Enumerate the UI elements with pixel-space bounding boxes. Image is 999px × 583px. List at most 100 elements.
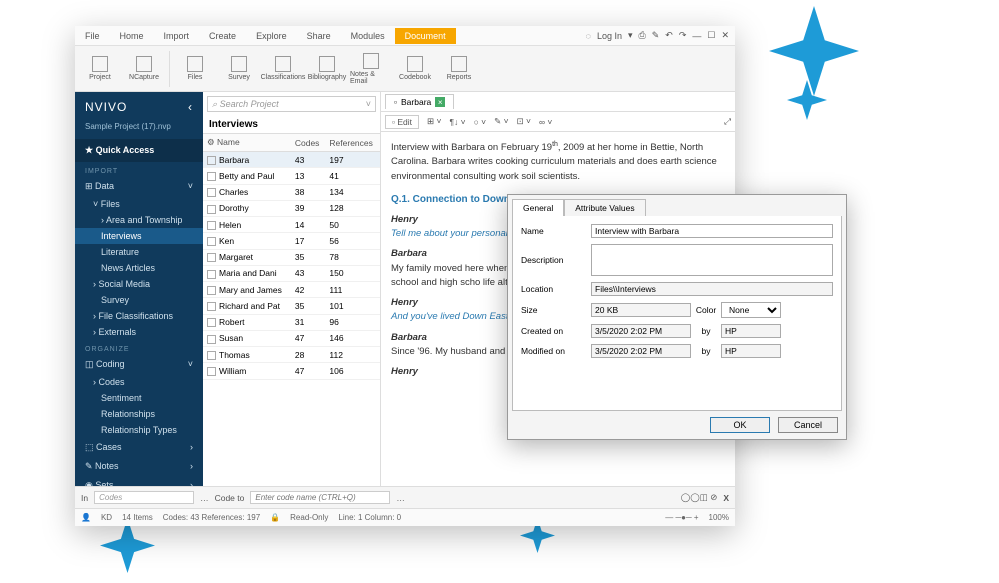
toolbar-icon[interactable]: ✎ (652, 30, 660, 41)
desc-field[interactable] (591, 244, 833, 276)
toolbar-icon[interactable]: ▾ (628, 30, 633, 41)
menu-modules[interactable]: Modules (341, 31, 395, 41)
table-row[interactable]: Ken1756 (203, 233, 380, 249)
menu-import[interactable]: Import (154, 31, 200, 41)
ellipsis-button[interactable]: … (396, 493, 405, 503)
table-row[interactable]: Helen1450 (203, 217, 380, 233)
sidebar-literature[interactable]: Literature (75, 244, 203, 260)
color-select[interactable]: None (721, 302, 781, 318)
table-row[interactable]: Dorothy39128 (203, 200, 380, 216)
code-in-field[interactable] (94, 491, 194, 504)
chevron-right-icon: › (190, 461, 193, 472)
menu-document[interactable]: Document (395, 28, 456, 44)
expand-icon[interactable]: ⤢ (724, 116, 731, 127)
status-readonly: Read-Only (290, 513, 328, 522)
tab-barbara[interactable]: ▫Barbara× (385, 94, 454, 109)
code-to-field[interactable] (250, 491, 390, 504)
table-row[interactable]: Betty and Paul1341 (203, 168, 380, 184)
undo-icon[interactable]: ↶ (665, 30, 673, 41)
ribbon-classifications[interactable]: Classifications (262, 48, 304, 90)
name-field[interactable] (591, 224, 833, 238)
sidebar-sets[interactable]: ◉ Sets› (75, 476, 203, 486)
menu-create[interactable]: Create (199, 31, 246, 41)
table-row[interactable]: Charles38134 (203, 184, 380, 200)
table-row[interactable]: Maria and Dani43150 (203, 265, 380, 281)
close-icon[interactable]: ✕ (721, 30, 729, 41)
sidebar-sentiment[interactable]: Sentiment (75, 390, 203, 406)
toolbar-dropdown[interactable]: ✎ ˅ (494, 116, 508, 127)
sidebar-coding[interactable]: ◫ Coding˅ (75, 355, 203, 374)
code-tools[interactable]: ◯◯◫ ⊘ (681, 492, 718, 503)
menu-file[interactable]: File (75, 31, 110, 41)
quick-access[interactable]: ★ Quick Access (75, 139, 203, 162)
login-link[interactable]: Log In (597, 31, 622, 41)
menu-explore[interactable]: Explore (246, 31, 297, 41)
sidebar-notes[interactable]: ✎ Notes› (75, 457, 203, 476)
menubar: File Home Import Create Explore Share Mo… (75, 26, 735, 46)
survey-icon (231, 56, 247, 72)
table-row[interactable]: Richard and Pat35101 (203, 298, 380, 314)
table-row[interactable]: Margaret3578 (203, 249, 380, 265)
table-row[interactable]: Robert3196 (203, 314, 380, 330)
ribbon-bibliography[interactable]: Bibliography (306, 48, 348, 90)
dialog-tab-attributes[interactable]: Attribute Values (564, 199, 645, 216)
sidebar-relationships[interactable]: Relationships (75, 406, 203, 422)
table-row[interactable]: Mary and James42111 (203, 282, 380, 298)
ribbon-notes-email[interactable]: Notes & Email (350, 48, 392, 90)
menu-home[interactable]: Home (110, 31, 154, 41)
ok-button[interactable]: OK (710, 417, 770, 433)
toolbar-icon[interactable]: ⎙ (639, 30, 646, 41)
ribbon-survey[interactable]: Survey (218, 48, 260, 90)
toolbar-dropdown[interactable]: ¶↓ ˅ (449, 117, 465, 127)
collapse-icon[interactable]: ‹ (188, 100, 193, 114)
close-tab-icon[interactable]: × (435, 97, 445, 107)
toolbar-dropdown[interactable]: ⊞ ˅ (427, 116, 441, 127)
table-row[interactable]: Barbara43197 (203, 152, 380, 168)
sidebar-reltypes[interactable]: Relationship Types (75, 422, 203, 438)
table-row[interactable]: Thomas28112 (203, 347, 380, 363)
sidebar: NVIVO‹ Sample Project (17).nvp ★ Quick A… (75, 92, 203, 486)
file-icon (207, 335, 216, 344)
ribbon-files[interactable]: Files (174, 48, 216, 90)
edit-button[interactable]: ▫ Edit (385, 115, 419, 129)
ribbon-ncapture[interactable]: NCapture (123, 48, 165, 90)
by-label: by (691, 346, 721, 356)
size-label: Size (521, 305, 591, 315)
cloud-icon[interactable]: ◌ (586, 31, 591, 41)
col-codes[interactable]: Codes (291, 134, 326, 152)
file-icon: ▫ (394, 97, 397, 107)
sidebar-cases[interactable]: ⬚ Cases› (75, 438, 203, 457)
ribbon-codebook[interactable]: Codebook (394, 48, 436, 90)
sidebar-social[interactable]: › Social Media (75, 276, 203, 292)
ribbon-project[interactable]: Project (79, 48, 121, 90)
sidebar-externals[interactable]: › Externals (75, 324, 203, 340)
sidebar-fileclass[interactable]: › File Classifications (75, 308, 203, 324)
toolbar-dropdown[interactable]: ⊡ ˅ (517, 116, 531, 127)
zoom-slider[interactable]: — ─●─ + (665, 513, 698, 522)
sidebar-data[interactable]: ⊞ Data˅ (75, 177, 203, 196)
toolbar-dropdown[interactable]: ∞ ˅ (539, 117, 552, 127)
sidebar-area[interactable]: › Area and Township (75, 212, 203, 228)
menu-share[interactable]: Share (297, 31, 341, 41)
col-name[interactable]: ⚙ Name (203, 134, 291, 152)
sidebar-interviews[interactable]: Interviews (75, 228, 203, 244)
table-row[interactable]: Susan47146 (203, 330, 380, 346)
col-refs[interactable]: References (325, 134, 380, 152)
sidebar-survey[interactable]: Survey (75, 292, 203, 308)
ellipsis-button[interactable]: … (200, 493, 209, 503)
redo-icon[interactable]: ↷ (679, 30, 687, 41)
maximize-icon[interactable]: ☐ (707, 30, 715, 41)
toolbar-dropdown[interactable]: ○ ˅ (474, 117, 486, 127)
cancel-button[interactable]: Cancel (778, 417, 838, 433)
sidebar-news[interactable]: News Articles (75, 260, 203, 276)
sidebar-codes[interactable]: › Codes (75, 374, 203, 390)
sidebar-files[interactable]: ˅ Files (75, 196, 203, 212)
search-input[interactable]: ⌕ Search Project˅ (207, 96, 376, 112)
table-row[interactable]: William47106 (203, 363, 380, 379)
chevron-down-icon[interactable]: ˅ (366, 99, 371, 109)
minimize-icon[interactable]: — (692, 31, 701, 41)
file-icon (207, 253, 216, 262)
dialog-tab-general[interactable]: General (512, 199, 564, 216)
close-codebar[interactable]: X (723, 493, 729, 503)
ribbon-reports[interactable]: Reports (438, 48, 480, 90)
